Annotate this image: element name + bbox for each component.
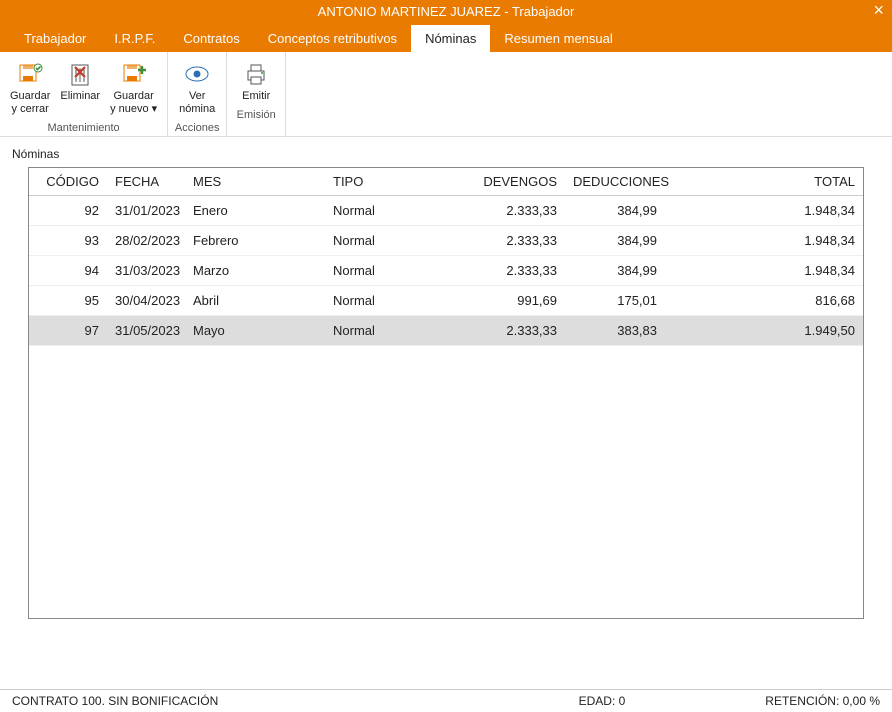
- ribbon-group-emisión: Emitir Emisión: [227, 52, 286, 136]
- cell: Enero: [185, 196, 325, 226]
- status-bar: CONTRATO 100. SIN BONIFICACIÓN EDAD: 0 R…: [0, 689, 892, 712]
- cell: 384,99: [565, 196, 665, 226]
- cell: 1.948,34: [665, 196, 863, 226]
- cell: Normal: [325, 256, 475, 286]
- tab-i-r-p-f-[interactable]: I.R.P.F.: [100, 25, 169, 52]
- tab-contratos[interactable]: Contratos: [169, 25, 253, 52]
- cell: Normal: [325, 196, 475, 226]
- col-total[interactable]: TOTAL: [665, 168, 863, 196]
- ribbon-item-label: Emitir: [242, 90, 270, 103]
- cell: 991,69: [475, 286, 565, 316]
- save_new-icon: [120, 60, 148, 88]
- cell: 1.948,34: [665, 226, 863, 256]
- cell: 93: [29, 226, 107, 256]
- cell: Febrero: [185, 226, 325, 256]
- col-código[interactable]: CÓDIGO: [29, 168, 107, 196]
- cell: 1.949,50: [665, 316, 863, 346]
- col-deducciones[interactable]: DEDUCCIONES: [565, 168, 665, 196]
- table-row[interactable]: 9530/04/2023AbrilNormal991,69175,01816,6…: [29, 286, 863, 316]
- tab-resumen-mensual[interactable]: Resumen mensual: [490, 25, 626, 52]
- cell: 2.333,33: [475, 226, 565, 256]
- status-retention: RETENCIÓN: 0,00 %: [765, 694, 880, 708]
- view-icon: [183, 60, 211, 88]
- cell: 30/04/2023: [107, 286, 185, 316]
- table-row[interactable]: 9328/02/2023FebreroNormal2.333,33384,991…: [29, 226, 863, 256]
- save_close-icon: [16, 60, 44, 88]
- cell: 28/02/2023: [107, 226, 185, 256]
- delete-icon: [66, 60, 94, 88]
- cell: Normal: [325, 286, 475, 316]
- title-bar: ANTONIO MARTINEZ JUAREZ - Trabajador ×: [0, 0, 892, 22]
- col-fecha[interactable]: FECHA: [107, 168, 185, 196]
- table-row[interactable]: 9231/01/2023EneroNormal2.333,33384,991.9…: [29, 196, 863, 226]
- cell: Marzo: [185, 256, 325, 286]
- table-row[interactable]: 9431/03/2023MarzoNormal2.333,33384,991.9…: [29, 256, 863, 286]
- cell: Abril: [185, 286, 325, 316]
- tab-conceptos-retributivos[interactable]: Conceptos retributivos: [254, 25, 411, 52]
- ribbon-guardar-button[interactable]: Guardary nuevo ▾: [106, 56, 161, 120]
- cell: Normal: [325, 226, 475, 256]
- cell: 31/01/2023: [107, 196, 185, 226]
- cell: 92: [29, 196, 107, 226]
- ribbon-group-title: Mantenimiento: [48, 122, 120, 134]
- cell: 31/05/2023: [107, 316, 185, 346]
- col-devengos[interactable]: DEVENGOS: [475, 168, 565, 196]
- status-contract: CONTRATO 100. SIN BONIFICACIÓN: [12, 694, 218, 708]
- payslip-table: CÓDIGOFECHAMESTIPODEVENGOSDEDUCCIONESTOT…: [29, 168, 863, 346]
- status-age: EDAD: 0: [579, 694, 626, 708]
- tab-strip: TrabajadorI.R.P.F.ContratosConceptos ret…: [0, 22, 892, 52]
- col-tipo[interactable]: TIPO: [325, 168, 475, 196]
- cell: 384,99: [565, 226, 665, 256]
- cell: 2.333,33: [475, 316, 565, 346]
- payslip-table-container: CÓDIGOFECHAMESTIPODEVENGOSDEDUCCIONESTOT…: [28, 167, 864, 619]
- ribbon-item-label: Vernómina: [179, 90, 215, 116]
- tab-trabajador[interactable]: Trabajador: [10, 25, 100, 52]
- ribbon-group-acciones: Vernómina Acciones: [168, 52, 227, 136]
- ribbon-guardar-button[interactable]: Guardary cerrar: [6, 56, 54, 120]
- cell: 95: [29, 286, 107, 316]
- section-label: Nóminas: [0, 137, 892, 167]
- table-body: 9231/01/2023EneroNormal2.333,33384,991.9…: [29, 196, 863, 346]
- cell: 175,01: [565, 286, 665, 316]
- cell: 97: [29, 316, 107, 346]
- cell: 384,99: [565, 256, 665, 286]
- cell: 94: [29, 256, 107, 286]
- ribbon-item-label: Guardary nuevo ▾: [110, 90, 157, 116]
- cell: 2.333,33: [475, 256, 565, 286]
- ribbon-group-title: Emisión: [237, 109, 276, 121]
- cell: Mayo: [185, 316, 325, 346]
- ribbon-group-title: Acciones: [175, 122, 220, 134]
- tab-n-minas[interactable]: Nóminas: [411, 25, 490, 52]
- ribbon-eliminar-button[interactable]: Eliminar: [56, 56, 104, 120]
- ribbon-group-mantenimiento: Guardary cerrar Eliminar Guardary nuevo ▾ M…: [0, 52, 168, 136]
- cell: 1.948,34: [665, 256, 863, 286]
- window-title: ANTONIO MARTINEZ JUAREZ - Trabajador: [318, 4, 575, 19]
- cell: 383,83: [565, 316, 665, 346]
- ribbon-emitir-button[interactable]: Emitir: [233, 56, 279, 107]
- col-mes[interactable]: MES: [185, 168, 325, 196]
- table-row[interactable]: 9731/05/2023MayoNormal2.333,33383,831.94…: [29, 316, 863, 346]
- ribbon-item-label: Guardary cerrar: [10, 90, 50, 116]
- ribbon: Guardary cerrar Eliminar Guardary nuevo ▾ M…: [0, 52, 892, 137]
- cell: 816,68: [665, 286, 863, 316]
- cell: 31/03/2023: [107, 256, 185, 286]
- close-icon[interactable]: ×: [873, 0, 884, 20]
- cell: 2.333,33: [475, 196, 565, 226]
- table-header-row: CÓDIGOFECHAMESTIPODEVENGOSDEDUCCIONESTOT…: [29, 168, 863, 196]
- ribbon-ver-button[interactable]: Vernómina: [174, 56, 220, 120]
- ribbon-item-label: Eliminar: [60, 90, 100, 103]
- cell: Normal: [325, 316, 475, 346]
- print-icon: [242, 60, 270, 88]
